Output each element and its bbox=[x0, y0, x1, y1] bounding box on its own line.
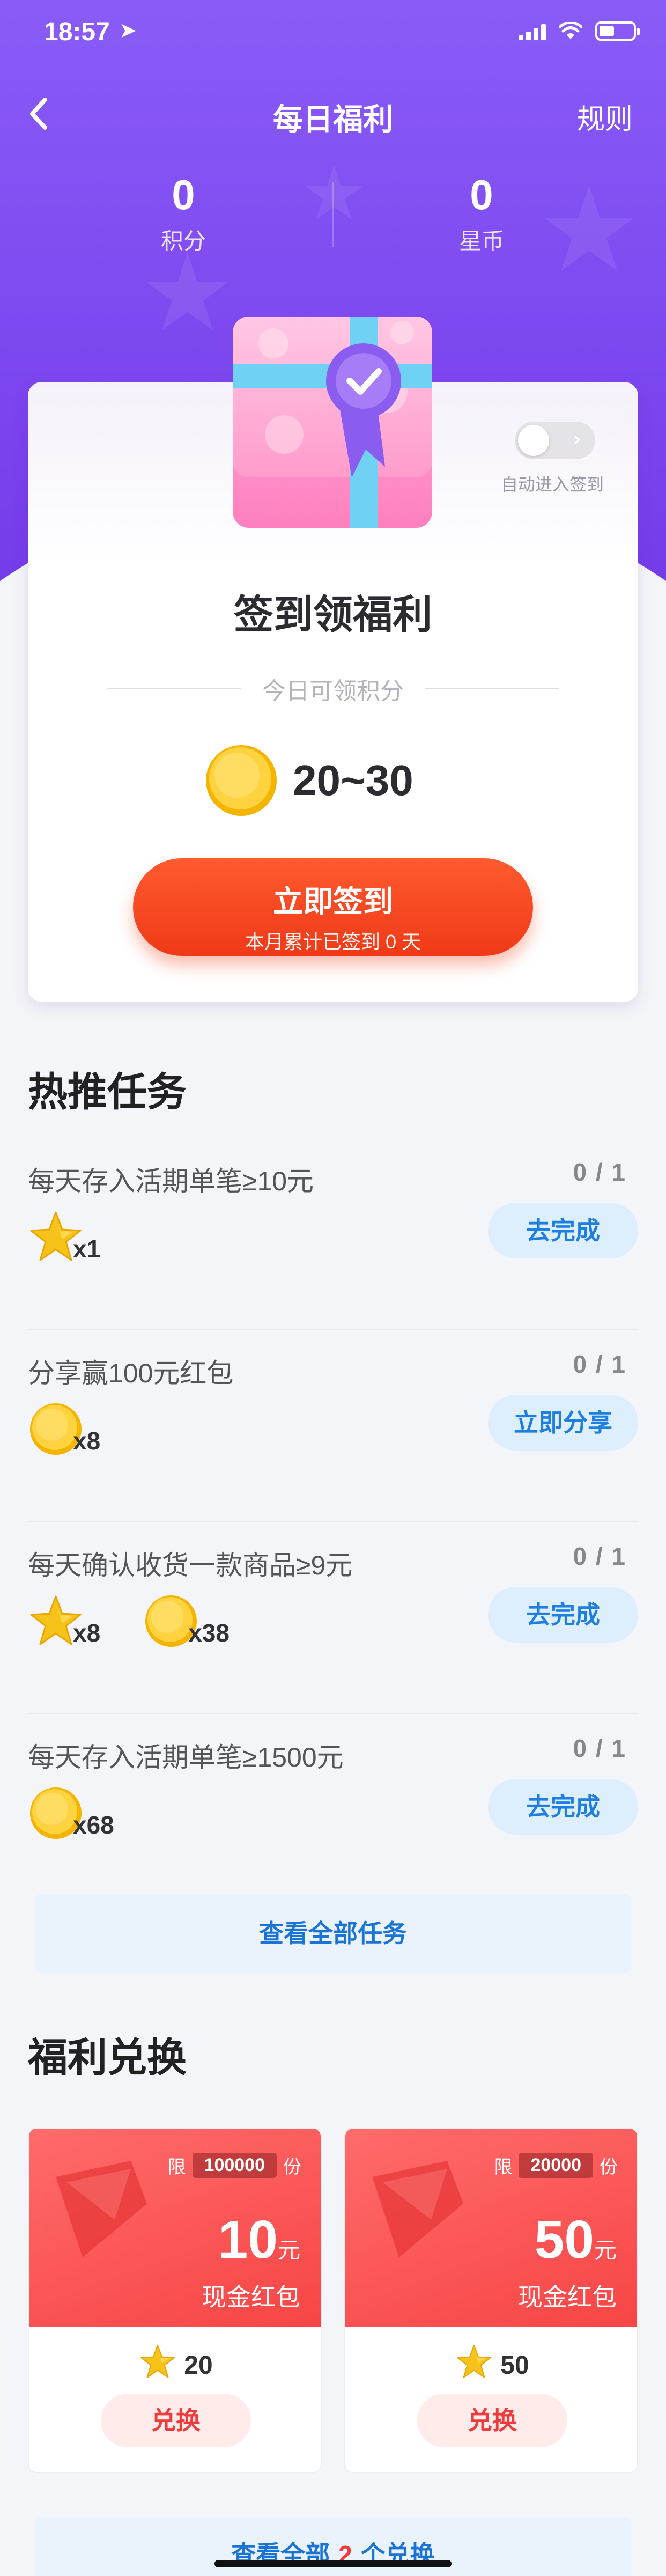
star-icon bbox=[139, 2343, 184, 2387]
points-value: 0 bbox=[172, 171, 195, 218]
toggle-knob bbox=[518, 425, 549, 456]
task-item: 每天存入活期单笔≥10元 0 / 1 x1 去完成 bbox=[0, 1138, 666, 1330]
checkin-button[interactable]: 立即签到 本月累计已签到 0 天 bbox=[133, 858, 533, 956]
view-all-tasks-button[interactable]: 查看全部任务 bbox=[35, 1894, 631, 1973]
redeem-title: 福利兑换 bbox=[28, 2035, 187, 2080]
redeem-card[interactable]: 限 20000 份 50元 现金红包 50 兑换 bbox=[344, 2128, 638, 2473]
auto-checkin-toggle[interactable]: › bbox=[515, 422, 595, 459]
reward-count: x1 bbox=[73, 1235, 101, 1263]
redeem-card-header: 限 100000 份 10元现金红包 bbox=[29, 2129, 321, 2327]
redeem-amount: 50元 bbox=[535, 2209, 617, 2271]
task-name: 分享赢100元红包 bbox=[28, 1358, 234, 1388]
redeem-cost: 50 bbox=[345, 2343, 637, 2387]
task-name: 每天存入活期单笔≥10元 bbox=[28, 1166, 314, 1196]
task-reward: x1 bbox=[28, 1209, 100, 1268]
hot-tasks-title: 热推任务 bbox=[28, 1070, 187, 1114]
task-reward: x8 bbox=[28, 1401, 100, 1460]
task-item: 分享赢100元红包 0 / 1 x8 立即分享 bbox=[0, 1330, 666, 1522]
status-icons bbox=[519, 21, 640, 41]
checkin-title: 签到领福利 bbox=[234, 592, 432, 637]
amount-unit: 元 bbox=[277, 2238, 300, 2263]
battery-level bbox=[600, 26, 614, 36]
checkin-subtitle-row: 今日可领积分 bbox=[107, 672, 559, 704]
starcoin-stat[interactable]: 0 星币 bbox=[374, 171, 589, 256]
task-item: 每天确认收货一款商品≥9元 0 / 1 x8 x38 去完成 bbox=[0, 1522, 666, 1714]
status-time: 18:57 bbox=[44, 18, 110, 46]
reward-count: x8 bbox=[73, 1427, 101, 1455]
decorative-star-icon: ★ bbox=[300, 150, 368, 238]
task-item: 每天存入活期单笔≥1500元 0 / 1 x68 去完成 bbox=[0, 1714, 666, 1907]
amount-value: 50 bbox=[534, 2210, 594, 2270]
points-range-row: 20~30 bbox=[204, 740, 413, 821]
page-title: 每日福利 bbox=[273, 102, 393, 136]
battery-icon bbox=[595, 21, 640, 41]
task-rewards: x8 x38 bbox=[28, 1593, 272, 1652]
red-envelope-icon bbox=[56, 2161, 147, 2257]
task-action-button[interactable]: 立即分享 bbox=[488, 1395, 638, 1451]
limit-suffix: 份 bbox=[600, 2157, 618, 2177]
redeem-limit: 限 20000 份 bbox=[494, 2150, 618, 2180]
task-name: 每天存入活期单笔≥1500元 bbox=[28, 1742, 344, 1772]
task-rewards: x8 bbox=[28, 1401, 143, 1460]
redeem-type: 现金红包 bbox=[202, 2283, 300, 2311]
redeem-card[interactable]: 限 100000 份 10元现金红包 20 兑换 bbox=[28, 2128, 322, 2473]
task-reward: x8 bbox=[28, 1593, 100, 1652]
points-stat[interactable]: 0 积分 bbox=[76, 171, 291, 256]
limit-prefix: 限 bbox=[167, 2157, 186, 2177]
auto-checkin-label: 自动进入签到 bbox=[500, 475, 604, 494]
task-action-button[interactable]: 去完成 bbox=[488, 1587, 638, 1643]
home-indicator bbox=[214, 2560, 452, 2567]
star-icon bbox=[455, 2343, 500, 2387]
reward-count: x38 bbox=[188, 1619, 230, 1647]
checkin-days-count: 本月累计已签到 0 天 bbox=[245, 931, 421, 953]
task-reward: x68 bbox=[28, 1785, 114, 1844]
limit-prefix: 限 bbox=[494, 2157, 513, 2177]
limit-count: 100000 bbox=[192, 2152, 277, 2178]
location-arrow-icon: ➤ bbox=[119, 19, 137, 42]
wifi-icon bbox=[558, 21, 583, 40]
amount-value: 10 bbox=[218, 2210, 278, 2270]
task-progress: 0 / 1 bbox=[573, 1734, 626, 1762]
task-progress: 0 / 1 bbox=[573, 1542, 626, 1570]
task-progress: 0 / 1 bbox=[573, 1158, 626, 1186]
points-range: 20~30 bbox=[293, 756, 413, 804]
task-progress: 0 / 1 bbox=[573, 1350, 626, 1378]
task-reward: x38 bbox=[143, 1593, 230, 1652]
reward-count: x8 bbox=[73, 1619, 101, 1647]
cellular-signal-icon bbox=[519, 22, 546, 40]
redeem-button[interactable]: 兑换 bbox=[417, 2394, 567, 2447]
limit-count: 20000 bbox=[519, 2152, 593, 2178]
redeem-limit: 限 100000 份 bbox=[168, 2150, 301, 2180]
coin-icon bbox=[206, 745, 277, 816]
starcoin-label: 星币 bbox=[458, 229, 504, 254]
checkin-subtitle: 今日可领积分 bbox=[262, 678, 404, 704]
status-bar: 18:57 ➤ bbox=[0, 0, 666, 70]
checkin-button-label: 立即签到 bbox=[273, 885, 393, 918]
red-envelope-icon bbox=[372, 2161, 463, 2257]
redeem-amount: 10元 bbox=[218, 2209, 300, 2271]
reward-count: x68 bbox=[73, 1811, 114, 1839]
redeem-type: 现金红包 bbox=[518, 2283, 617, 2311]
gift-box-icon bbox=[225, 311, 440, 536]
task-name: 每天确认收货一款商品≥9元 bbox=[28, 1550, 353, 1580]
cost-value: 50 bbox=[500, 2351, 529, 2380]
task-rewards: x68 bbox=[28, 1785, 157, 1844]
task-action-button[interactable]: 去完成 bbox=[488, 1779, 638, 1835]
starcoin-value: 0 bbox=[470, 171, 493, 218]
stats-divider bbox=[332, 182, 334, 247]
cost-value: 20 bbox=[184, 2351, 213, 2380]
chevron-right-icon: › bbox=[573, 427, 581, 452]
redeem-cost: 20 bbox=[29, 2343, 321, 2387]
limit-suffix: 份 bbox=[283, 2157, 301, 2177]
amount-unit: 元 bbox=[594, 2238, 617, 2263]
points-label: 积分 bbox=[160, 229, 206, 254]
task-rewards: x1 bbox=[28, 1209, 143, 1268]
redeem-button[interactable]: 兑换 bbox=[101, 2394, 251, 2447]
divider-line bbox=[425, 688, 559, 689]
redeem-card-header: 限 20000 份 50元现金红包 bbox=[345, 2129, 637, 2327]
rules-link[interactable]: 规则 bbox=[577, 97, 633, 137]
task-action-button[interactable]: 去完成 bbox=[488, 1203, 638, 1258]
